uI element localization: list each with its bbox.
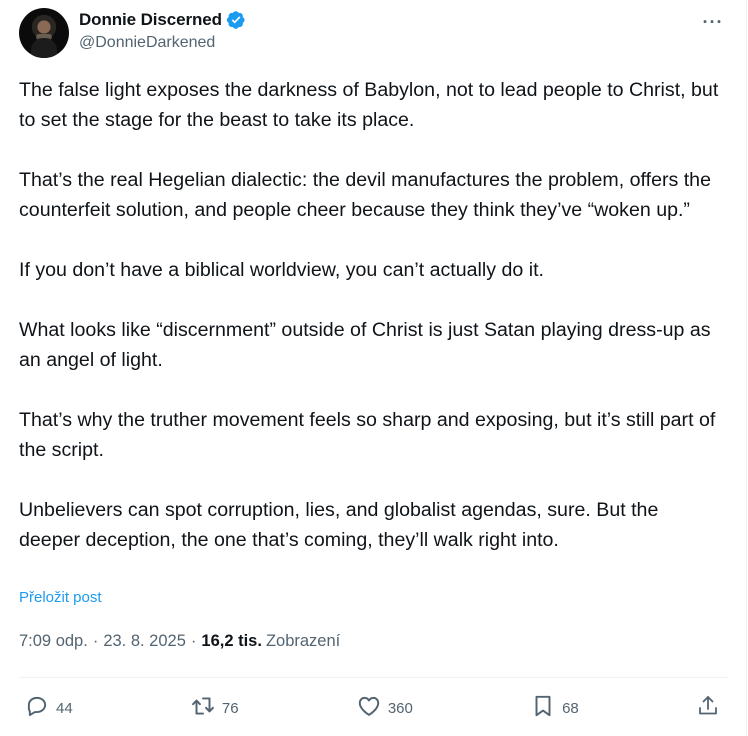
tweet-card: Donnie Discerned @DonnieDarkened ··· The… xyxy=(0,0,747,736)
like-count: 360 xyxy=(387,699,413,717)
tweet-metadata: 7:09 odp. · 23. 8. 2025 · 16,2 tis. Zobr… xyxy=(19,632,340,651)
reply-icon xyxy=(24,693,50,723)
reply-count: 44 xyxy=(56,699,73,717)
tweet-paragraph: The false light exposes the darkness of … xyxy=(19,79,719,131)
translate-post-link[interactable]: Přeložit post xyxy=(19,589,102,606)
views-label: Zobrazení xyxy=(265,632,341,650)
more-options-icon[interactable]: ··· xyxy=(698,10,728,34)
verified-badge-icon[interactable] xyxy=(226,10,246,30)
author-name-row: Donnie Discerned xyxy=(79,9,246,31)
author-display-name[interactable]: Donnie Discerned xyxy=(79,10,222,30)
bookmark-icon xyxy=(530,693,556,723)
tweet-header: Donnie Discerned @DonnieDarkened ··· xyxy=(19,8,728,58)
bookmark-count: 68 xyxy=(562,699,579,717)
separator-dot: · xyxy=(92,632,99,650)
avatar[interactable] xyxy=(19,8,69,58)
post-time[interactable]: 7:09 odp. xyxy=(19,632,88,651)
post-date[interactable]: 23. 8. 2025 xyxy=(103,632,186,651)
repost-count: 76 xyxy=(221,699,239,717)
action-bar: 44 76 360 68 xyxy=(24,692,720,724)
repost-button[interactable]: 76 xyxy=(190,693,239,723)
avatar-figure xyxy=(31,38,57,58)
tweet-paragraph: That’s the real Hegelian dialectic: the … xyxy=(19,169,711,221)
tweet-paragraph: What looks like “discernment” outside of… xyxy=(19,319,711,371)
separator-dot: · xyxy=(190,632,197,650)
tweet-paragraph: If you don’t have a biblical worldview, … xyxy=(19,259,544,281)
share-button[interactable] xyxy=(696,694,720,722)
share-icon xyxy=(696,694,720,722)
bookmark-button[interactable]: 68 xyxy=(530,693,579,723)
reply-button[interactable]: 44 xyxy=(24,693,73,723)
author-block: Donnie Discerned @DonnieDarkened xyxy=(79,9,246,52)
author-handle[interactable]: @DonnieDarkened xyxy=(79,34,246,52)
repost-icon xyxy=(190,693,216,723)
divider xyxy=(19,677,728,678)
like-button[interactable]: 360 xyxy=(356,693,413,723)
views-count: 16,2 tis. xyxy=(201,632,262,650)
heart-icon xyxy=(356,693,382,723)
tweet-paragraph: That’s why the truther movement feels so… xyxy=(19,409,716,461)
tweet-paragraph: Unbelievers can spot corruption, lies, a… xyxy=(19,499,659,551)
tweet-text: The false light exposes the darkness of … xyxy=(19,75,719,555)
